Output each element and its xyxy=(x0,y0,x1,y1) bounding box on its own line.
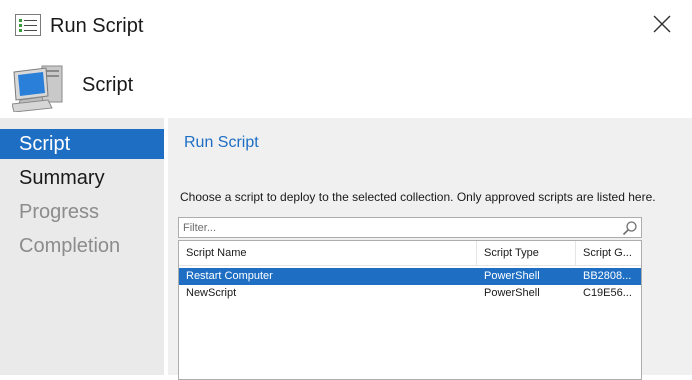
nav-item-completion: Completion xyxy=(19,235,121,257)
cell-script-name: Restart Computer xyxy=(186,270,273,282)
filter-input[interactable] xyxy=(181,219,615,236)
table-row[interactable]: Restart Computer PowerShell BB2808... xyxy=(179,268,641,285)
column-header-script-type[interactable]: Script Type xyxy=(477,241,576,265)
window-title: Run Script xyxy=(50,15,144,37)
computer-icon xyxy=(11,60,66,113)
wizard-header: Script xyxy=(0,52,692,118)
column-header-script-name[interactable]: Script Name xyxy=(179,241,477,265)
scripts-table: Script Name Script Type Script G... Rest… xyxy=(178,240,642,380)
table-row[interactable]: NewScript PowerShell C19E56... xyxy=(179,285,641,302)
column-header-script-guid[interactable]: Script G... xyxy=(576,241,641,265)
close-icon xyxy=(653,15,671,38)
cell-script-name: NewScript xyxy=(186,287,237,299)
close-button[interactable] xyxy=(646,10,678,42)
nav-item-summary[interactable]: Summary xyxy=(0,163,164,193)
header-title: Script xyxy=(82,74,134,96)
list-window-icon xyxy=(15,14,41,36)
nav-item-progress: Progress xyxy=(19,201,100,223)
nav-item-script[interactable]: Script xyxy=(0,129,164,159)
search-icon[interactable] xyxy=(622,220,638,236)
table-header: Script Name Script Type Script G... xyxy=(179,241,641,266)
cell-script-guid: BB2808... xyxy=(583,270,632,282)
wizard-nav: Script Summary Progress Completion xyxy=(0,118,164,375)
title-bar: Run Script xyxy=(0,0,692,52)
cell-script-guid: C19E56... xyxy=(583,287,632,299)
main-panel: Run Script Choose a script to deploy to … xyxy=(168,118,692,380)
cell-script-type: PowerShell xyxy=(484,270,540,282)
page-title: Run Script xyxy=(184,134,259,151)
instructions-text: Choose a script to deploy to the selecte… xyxy=(180,190,656,204)
cell-script-type: PowerShell xyxy=(484,287,540,299)
filter-box xyxy=(178,217,642,238)
